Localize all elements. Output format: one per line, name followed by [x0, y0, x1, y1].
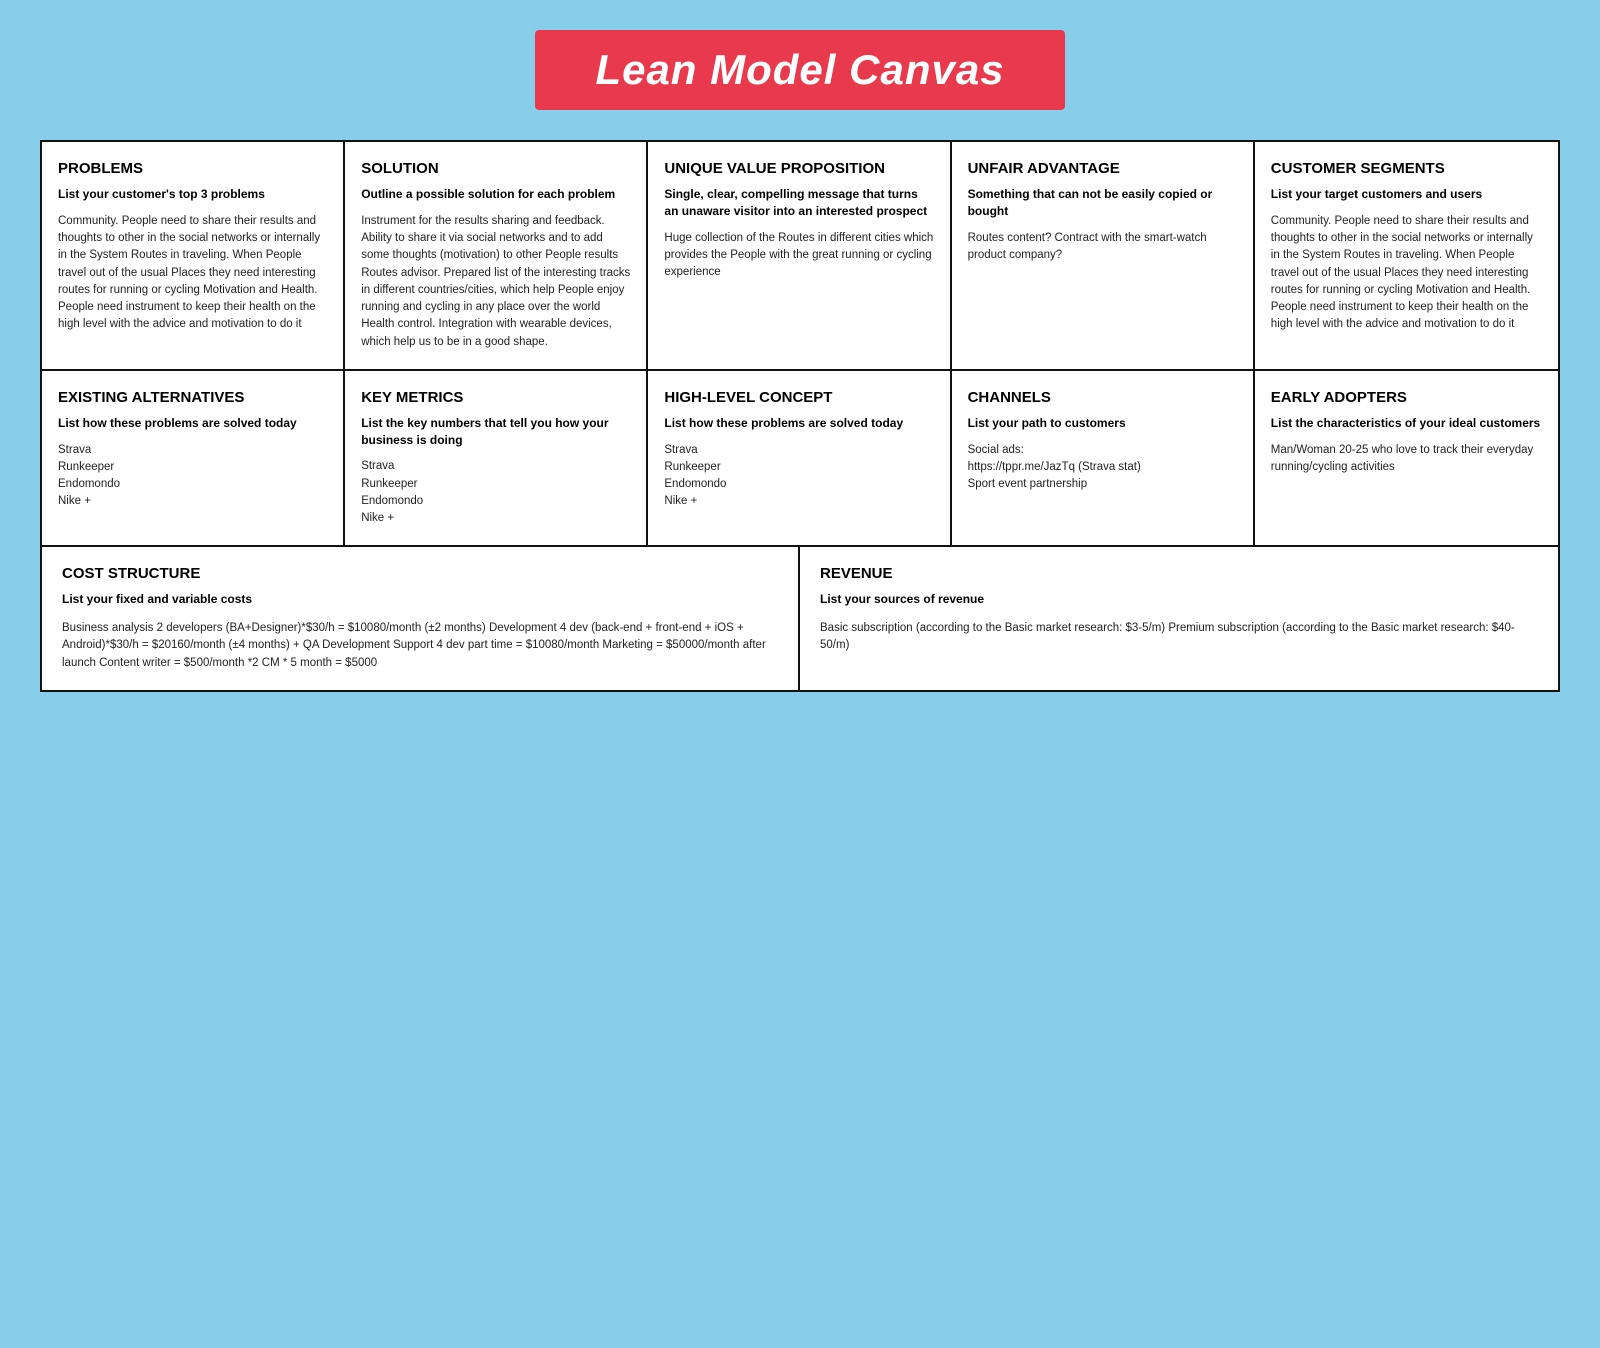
customer-segments-cell: CUSTOMER SEGMENTS List your target custo…: [1255, 142, 1558, 369]
early-adopters-cell: EARLY ADOPTERS List the characteristics …: [1255, 371, 1558, 546]
page-title: Lean Model Canvas: [595, 46, 1004, 94]
existing-alternatives-cell: EXISTING ALTERNATIVES List how these pro…: [42, 371, 345, 546]
solution-subtitle: Outline a possible solution for each pro…: [361, 186, 630, 203]
middle-row: EXISTING ALTERNATIVES List how these pro…: [42, 371, 1558, 548]
problems-title: PROBLEMS: [58, 160, 327, 178]
canvas: PROBLEMS List your customer's top 3 prob…: [40, 140, 1560, 692]
early-adopters-title: EARLY ADOPTERS: [1271, 389, 1542, 407]
revenue-cell: REVENUE List your sources of revenue Bas…: [800, 547, 1558, 690]
customer-segments-subtitle: List your target customers and users: [1271, 186, 1542, 203]
cost-structure-body: Business analysis 2 developers (BA+Desig…: [62, 620, 778, 672]
existing-alternatives-subtitle: List how these problems are solved today: [58, 415, 327, 432]
unfair-advantage-cell: UNFAIR ADVANTAGE Something that can not …: [952, 142, 1255, 369]
revenue-body: Basic subscription (according to the Bas…: [820, 620, 1538, 655]
unfair-advantage-title: UNFAIR ADVANTAGE: [968, 160, 1237, 178]
key-metrics-body: Strava Runkeeper Endomondo Nike +: [361, 458, 630, 527]
early-adopters-subtitle: List the characteristics of your ideal c…: [1271, 415, 1542, 432]
cost-structure-cell: COST STRUCTURE List your fixed and varia…: [42, 547, 800, 690]
customer-segments-body: Community. People need to share their re…: [1271, 213, 1542, 334]
customer-segments-title: CUSTOMER SEGMENTS: [1271, 160, 1542, 178]
solution-title: SOLUTION: [361, 160, 630, 178]
unique-value-title: UNIQUE VALUE PROPOSITION: [664, 160, 933, 178]
revenue-subtitle: List your sources of revenue: [820, 591, 1538, 608]
cost-structure-title: COST STRUCTURE: [62, 565, 778, 583]
revenue-title: REVENUE: [820, 565, 1538, 583]
unfair-advantage-subtitle: Something that can not be easily copied …: [968, 186, 1237, 220]
bottom-row: COST STRUCTURE List your fixed and varia…: [42, 547, 1558, 690]
high-level-concept-cell: HIGH-LEVEL CONCEPT List how these proble…: [648, 371, 951, 546]
channels-subtitle: List your path to customers: [968, 415, 1237, 432]
key-metrics-cell: KEY METRICS List the key numbers that te…: [345, 371, 648, 546]
solution-cell: SOLUTION Outline a possible solution for…: [345, 142, 648, 369]
problems-subtitle: List your customer's top 3 problems: [58, 186, 327, 203]
problems-cell: PROBLEMS List your customer's top 3 prob…: [42, 142, 345, 369]
channels-title: CHANNELS: [968, 389, 1237, 407]
problems-body: Community. People need to share their re…: [58, 213, 327, 334]
existing-alternatives-title: EXISTING ALTERNATIVES: [58, 389, 327, 407]
solution-body: Instrument for the results sharing and f…: [361, 213, 630, 351]
cost-structure-subtitle: List your fixed and variable costs: [62, 591, 778, 608]
unique-value-cell: UNIQUE VALUE PROPOSITION Single, clear, …: [648, 142, 951, 369]
page-header: Lean Model Canvas: [40, 30, 1560, 110]
unique-value-body: Huge collection of the Routes in differe…: [664, 230, 933, 282]
top-row: PROBLEMS List your customer's top 3 prob…: [42, 142, 1558, 371]
high-level-concept-subtitle: List how these problems are solved today: [664, 415, 933, 432]
channels-body: Social ads: https://tppr.me/JazTq (Strav…: [968, 442, 1237, 494]
high-level-concept-body: Strava Runkeeper Endomondo Nike +: [664, 442, 933, 511]
key-metrics-title: KEY METRICS: [361, 389, 630, 407]
title-box: Lean Model Canvas: [535, 30, 1064, 110]
unique-value-subtitle: Single, clear, compelling message that t…: [664, 186, 933, 220]
unfair-advantage-body: Routes content? Contract with the smart-…: [968, 230, 1237, 265]
high-level-concept-title: HIGH-LEVEL CONCEPT: [664, 389, 933, 407]
key-metrics-subtitle: List the key numbers that tell you how y…: [361, 415, 630, 449]
channels-cell: CHANNELS List your path to customers Soc…: [952, 371, 1255, 546]
early-adopters-body: Man/Woman 20-25 who love to track their …: [1271, 442, 1542, 477]
existing-alternatives-body: Strava Runkeeper Endomondo Nike +: [58, 442, 327, 511]
